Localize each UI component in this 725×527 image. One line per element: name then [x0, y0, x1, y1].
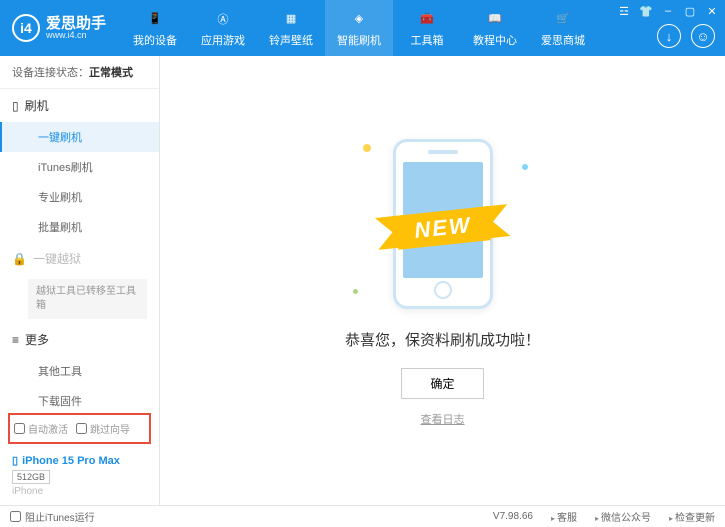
nav-smart-flash[interactable]: ◈智能刷机 [325, 0, 393, 56]
version-label: V7.98.66 [493, 511, 533, 522]
footer: 阻止iTunes运行 V7.98.66 ▸客服 ▸微信公众号 ▸检查更新 [0, 505, 725, 527]
view-log-link[interactable]: 查看日志 [421, 411, 465, 427]
update-link[interactable]: ▸检查更新 [669, 509, 715, 524]
device-icon: 📱 [145, 9, 165, 29]
toolbox-icon: 🧰 [417, 9, 437, 29]
ringtone-icon: ▦ [281, 9, 301, 29]
nav-apps[interactable]: Ⓐ应用游戏 [189, 0, 257, 56]
sidebar-item-pro-flash[interactable]: 专业刷机 [0, 182, 159, 212]
connection-status: 设备连接状态：正常模式 [0, 56, 159, 89]
phone-icon: ▯ [12, 454, 18, 467]
group-more[interactable]: ≡更多 [0, 323, 159, 356]
nav-store[interactable]: 🛒爱思商城 [529, 0, 597, 56]
app-url: www.i4.cn [46, 31, 106, 40]
sidebar-item-other-tools[interactable]: 其他工具 [0, 356, 159, 386]
cart-icon: 🛒 [553, 9, 573, 29]
sidebar-item-download-firmware[interactable]: 下载固件 [0, 386, 159, 411]
app-header: i4 爱思助手 www.i4.cn 📱我的设备 Ⓐ应用游戏 ▦铃声壁纸 ◈智能刷… [0, 0, 725, 56]
skin-icon[interactable]: 👕 [639, 4, 653, 18]
sidebar: 设备连接状态：正常模式 ▯刷机 一键刷机 iTunes刷机 专业刷机 批量刷机 … [0, 56, 160, 505]
nav-ringtones[interactable]: ▦铃声壁纸 [257, 0, 325, 56]
wechat-link[interactable]: ▸微信公众号 [595, 509, 651, 524]
nav-toolbox[interactable]: 🧰工具箱 [393, 0, 461, 56]
nav-my-device[interactable]: 📱我的设备 [121, 0, 189, 56]
nav-tutorials[interactable]: 📖教程中心 [461, 0, 529, 56]
group-flash[interactable]: ▯刷机 [0, 89, 159, 122]
minimize-icon[interactable]: – [661, 4, 675, 18]
device-type: iPhone [12, 486, 147, 497]
sidebar-item-itunes-flash[interactable]: iTunes刷机 [0, 152, 159, 182]
menu-icon[interactable]: ☲ [617, 4, 631, 18]
success-message: 恭喜您，保资料刷机成功啦！ [345, 329, 540, 350]
app-logo[interactable]: i4 爱思助手 www.i4.cn [0, 0, 121, 56]
block-itunes-checkbox[interactable]: 阻止iTunes运行 [10, 509, 95, 524]
highlighted-options: 自动激活 跳过向导 [8, 413, 151, 444]
user-button[interactable]: ☺ [691, 24, 715, 48]
top-nav: 📱我的设备 Ⓐ应用游戏 ▦铃声壁纸 ◈智能刷机 🧰工具箱 📖教程中心 🛒爱思商城 [121, 0, 597, 56]
sidebar-item-oneclick-flash[interactable]: 一键刷机 [0, 122, 159, 152]
ok-button[interactable]: 确定 [401, 368, 483, 399]
skip-guide-checkbox[interactable]: 跳过向导 [76, 421, 130, 436]
lock-icon: 🔒 [12, 252, 27, 266]
download-button[interactable]: ↓ [657, 24, 681, 48]
device-storage: 512GB [12, 470, 50, 484]
phone-icon: ▯ [12, 99, 19, 113]
service-link[interactable]: ▸客服 [551, 509, 577, 524]
apps-icon: Ⓐ [213, 9, 233, 29]
main-content: NEW 恭喜您，保资料刷机成功啦！ 确定 查看日志 [160, 56, 725, 505]
auto-activate-checkbox[interactable]: 自动激活 [14, 421, 68, 436]
list-icon: ≡ [12, 333, 19, 347]
maximize-icon[interactable]: ▢ [683, 4, 697, 18]
flash-icon: ◈ [349, 9, 369, 29]
jailbreak-note: 越狱工具已转移至工具箱 [28, 279, 147, 319]
app-title: 爱思助手 [46, 16, 106, 31]
device-info[interactable]: ▯iPhone 15 Pro Max 512GB iPhone [0, 446, 159, 505]
group-jailbreak: 🔒一键越狱 [0, 242, 159, 275]
sidebar-item-batch-flash[interactable]: 批量刷机 [0, 212, 159, 242]
close-icon[interactable]: ✕ [705, 4, 719, 18]
logo-icon: i4 [12, 14, 40, 42]
book-icon: 📖 [485, 9, 505, 29]
success-illustration: NEW [343, 134, 543, 314]
